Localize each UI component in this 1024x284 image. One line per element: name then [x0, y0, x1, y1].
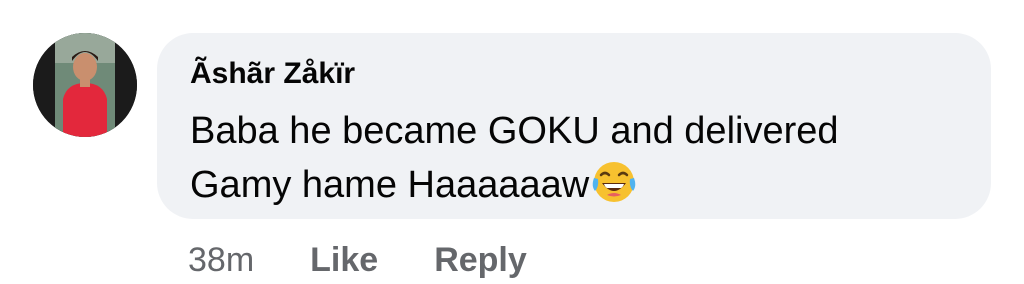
avatar[interactable] — [33, 33, 137, 137]
like-button[interactable]: Like — [310, 241, 378, 280]
comment-text-line-2: Gamy hame Haaaaaaw — [190, 164, 590, 206]
comment-author[interactable]: Ãshãr Zåkïr — [190, 54, 355, 94]
comment-actions: 38m Like Reply — [188, 238, 527, 282]
timestamp[interactable]: 38m — [188, 241, 254, 280]
reply-button[interactable]: Reply — [434, 241, 527, 280]
comment: Ãshãr Zåkïr Baba he became GOKU and deli… — [0, 0, 1024, 284]
comment-text-line-1: Baba he became GOKU and delivered — [190, 110, 839, 152]
profile-photo — [33, 33, 137, 137]
face-with-tears-of-joy-icon — [592, 162, 636, 202]
comment-text: Baba he became GOKU and delivered Gamy h… — [190, 104, 970, 212]
